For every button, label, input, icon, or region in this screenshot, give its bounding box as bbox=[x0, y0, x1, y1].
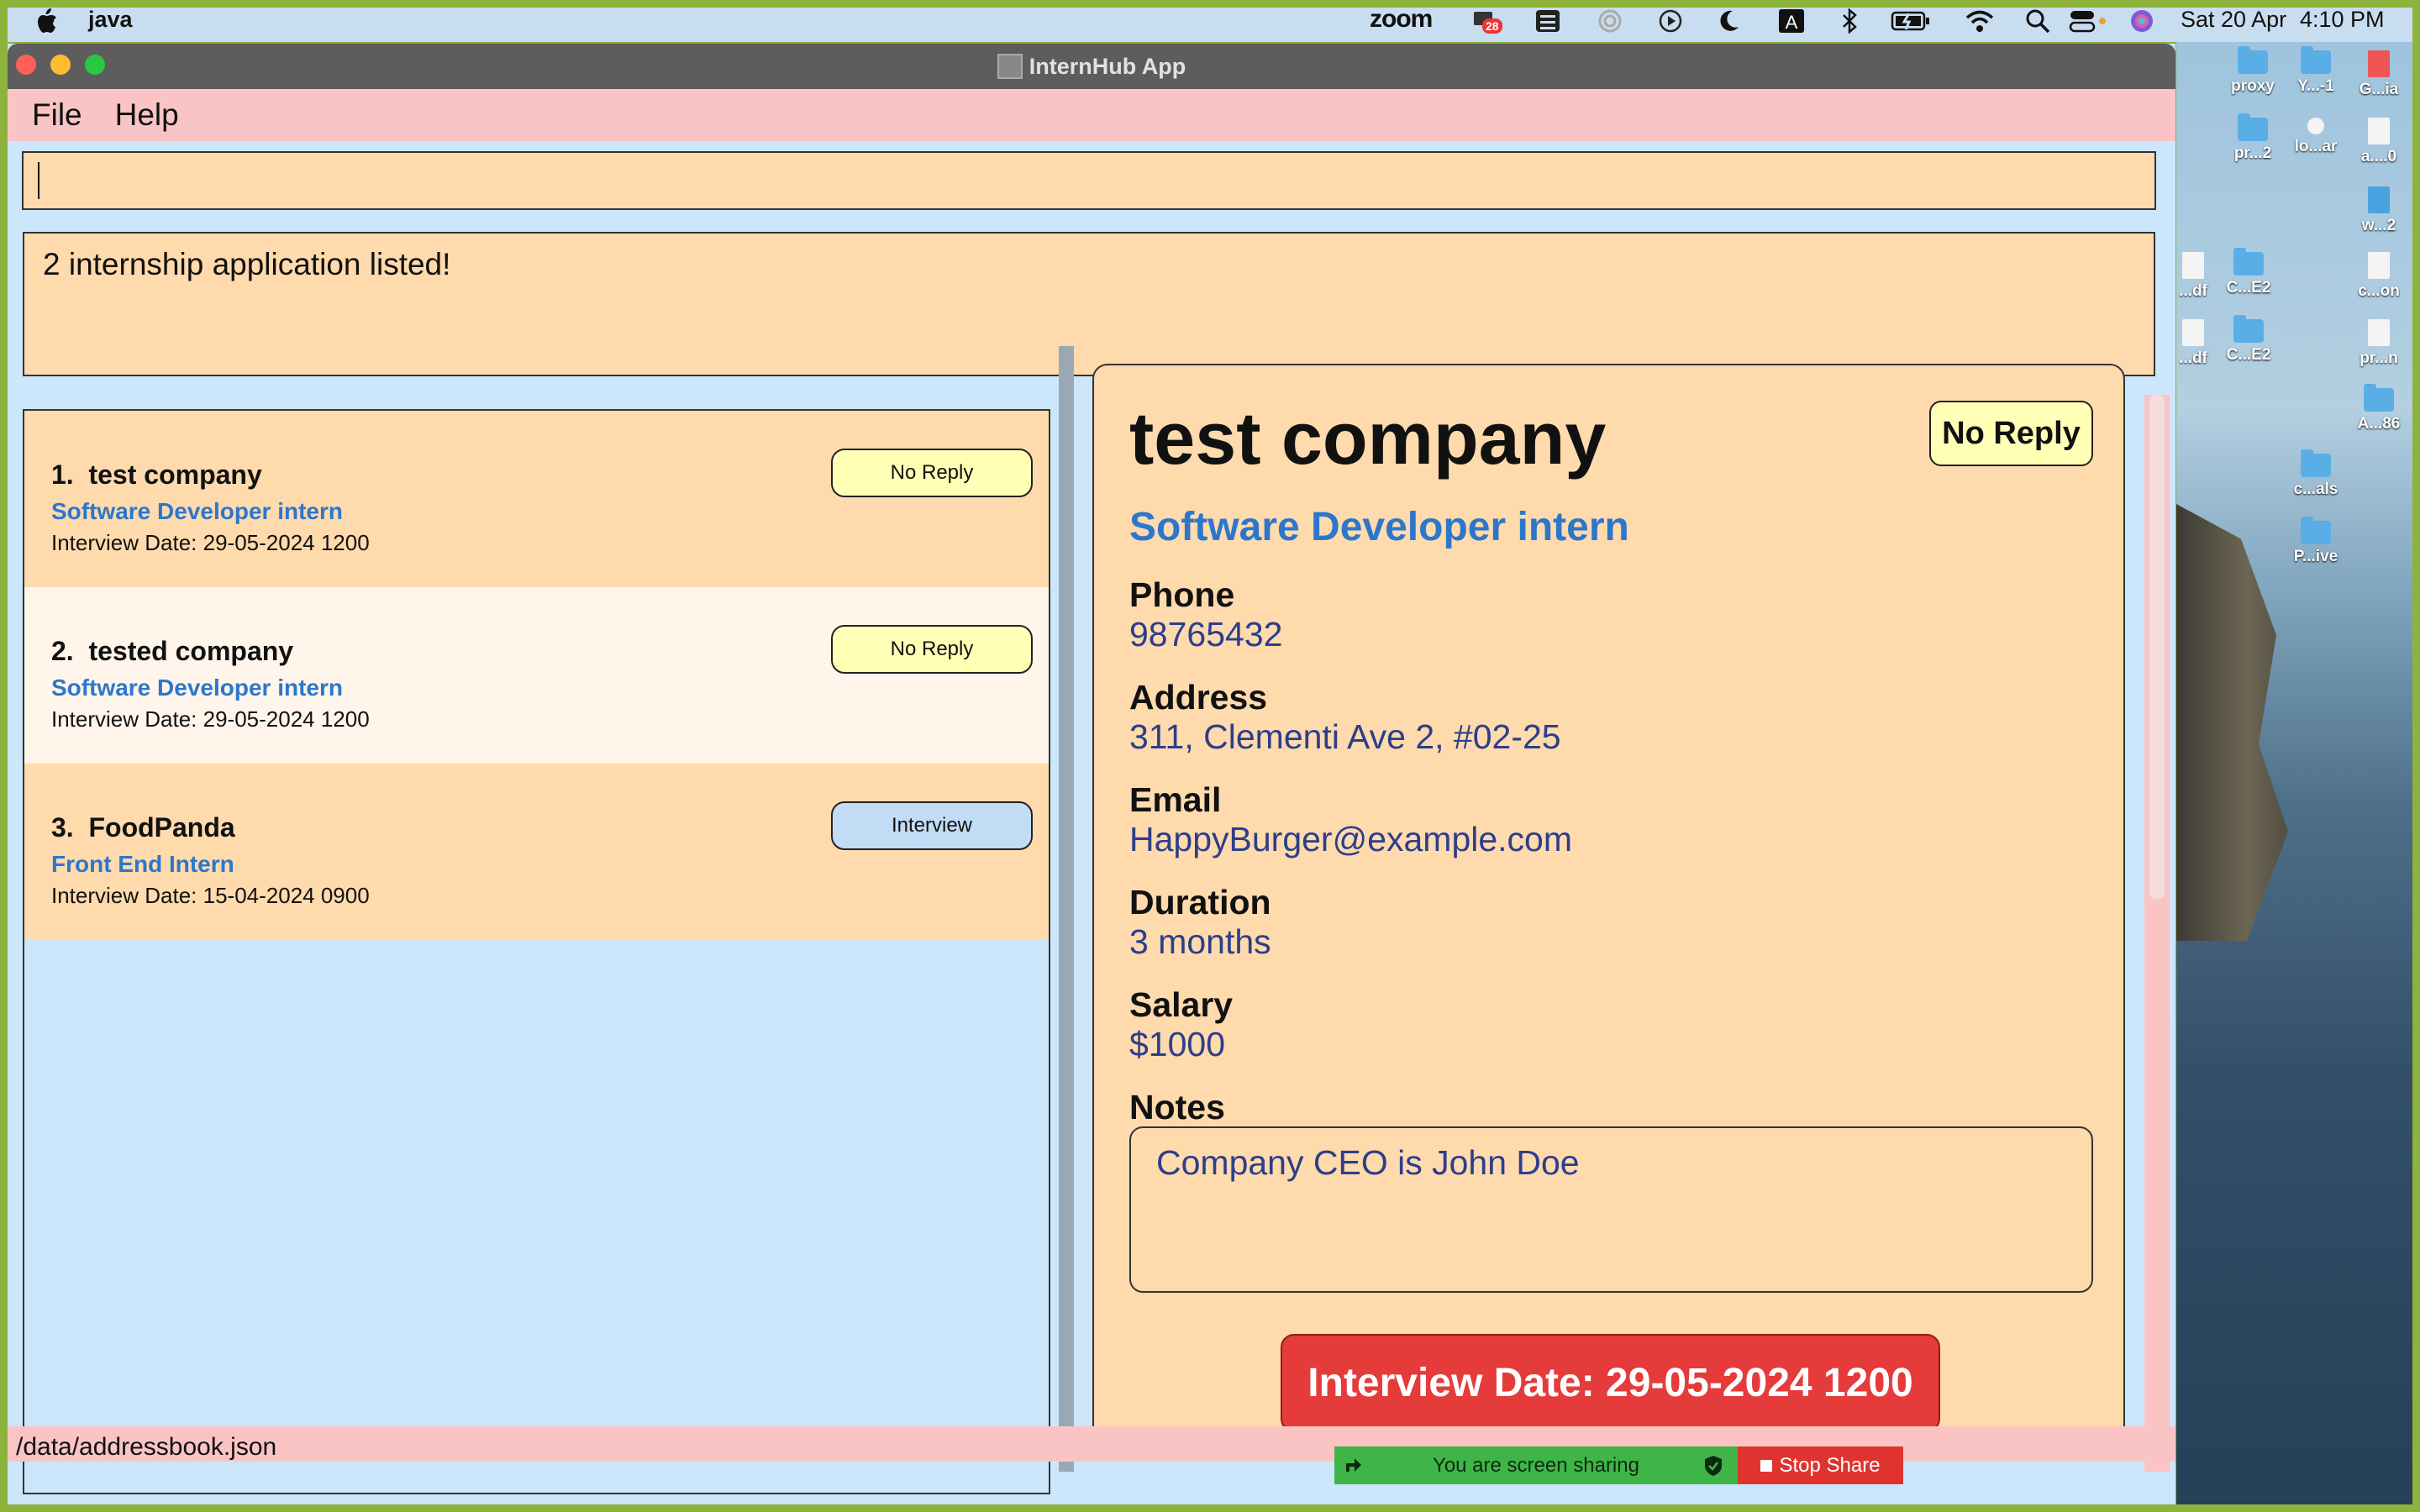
window-titlebar[interactable]: InternHub App bbox=[8, 44, 2175, 89]
notes-value: Company CEO is John Doe bbox=[1156, 1143, 1580, 1182]
siri-icon[interactable] bbox=[2129, 8, 2154, 34]
duration-value: 3 months bbox=[1129, 922, 1271, 961]
control-center-icon[interactable] bbox=[2069, 8, 2107, 34]
zoom-menu[interactable]: zoom bbox=[1370, 5, 1433, 33]
stop-share-label: Stop Share bbox=[1779, 1453, 1881, 1477]
apple-icon[interactable] bbox=[34, 8, 59, 34]
zoom-badge-count: 28 bbox=[1486, 19, 1499, 33]
zoom-window-button[interactable] bbox=[85, 55, 105, 75]
application-list[interactable]: 1. test company Software Developer inter… bbox=[23, 409, 1050, 1494]
phone-label: Phone bbox=[1129, 575, 1235, 614]
menu-file[interactable]: File bbox=[32, 97, 82, 133]
shield-icon bbox=[1705, 1456, 1722, 1476]
status-badge: No Reply bbox=[831, 449, 1033, 497]
zoom-notification-icon[interactable]: 28 bbox=[1470, 7, 1502, 35]
desktop-folder-icon[interactable]: P...ive bbox=[2291, 517, 2341, 566]
list-item-date: Interview Date: 29-05-2024 1200 bbox=[51, 706, 370, 732]
desktop-file-icon[interactable]: a....0 bbox=[2354, 118, 2404, 166]
active-app-name[interactable]: java bbox=[88, 7, 133, 33]
list-item-company: 3. FoodPanda bbox=[51, 812, 235, 843]
menubar-date[interactable]: Sat 20 Apr bbox=[2181, 7, 2286, 32]
split-pane-divider[interactable] bbox=[1059, 346, 1074, 1472]
desktop-folder-icon[interactable]: pr...2 bbox=[2228, 113, 2278, 163]
svg-text:A: A bbox=[1786, 12, 1798, 33]
list-item[interactable]: 2. tested company Software Developer int… bbox=[24, 587, 1049, 764]
list-item[interactable]: 3. FoodPanda Front End Intern Interview … bbox=[24, 764, 1049, 940]
list-item-date: Interview Date: 15-04-2024 0900 bbox=[51, 883, 370, 908]
detail-role: Software Developer intern bbox=[1129, 505, 1629, 549]
phone-value: 98765432 bbox=[1129, 615, 1283, 654]
moon-icon[interactable] bbox=[1716, 8, 1741, 34]
salary-value: $1000 bbox=[1129, 1025, 1226, 1063]
desktop-folder-icon[interactable]: A...86 bbox=[2354, 384, 2404, 433]
close-window-button[interactable] bbox=[16, 55, 36, 75]
desktop-file-icon[interactable]: pr...n bbox=[2354, 319, 2404, 368]
desktop-folder-icon[interactable]: Y...-1 bbox=[2291, 46, 2341, 96]
list-item-role: Software Developer intern bbox=[51, 498, 343, 524]
detail-panel-viewport[interactable]: test company No Reply Software Developer… bbox=[1092, 353, 2140, 1462]
salary-label: Salary bbox=[1129, 985, 1234, 1024]
address-value: 311, Clementi Ave 2, #02-25 bbox=[1129, 717, 1561, 756]
detail-status-badge: No Reply bbox=[1929, 401, 2093, 466]
share-arrow-icon bbox=[1346, 1458, 1361, 1472]
interview-date-button[interactable]: Interview Date: 29-05-2024 1200 bbox=[1281, 1334, 1940, 1432]
desktop-file-icon[interactable]: w...2 bbox=[2354, 186, 2404, 235]
desktop-folder-icon[interactable]: C...E2 bbox=[2223, 315, 2274, 365]
stop-share-button[interactable]: Stop Share bbox=[1738, 1446, 1903, 1484]
desktop-folder-icon[interactable]: c...als bbox=[2291, 449, 2341, 499]
list-item-company: 1. test company bbox=[51, 459, 262, 490]
desktop-folder-icon[interactable]: C...E2 bbox=[2223, 248, 2274, 297]
app-icon bbox=[997, 54, 1023, 79]
scrollbar-thumb[interactable] bbox=[2149, 395, 2165, 899]
screen-sharing-text: You are screen sharing bbox=[1433, 1453, 1639, 1477]
list-item-role: Front End Intern bbox=[51, 851, 234, 877]
app-menu-bar: File Help bbox=[8, 89, 2175, 141]
command-input[interactable] bbox=[22, 151, 2156, 210]
window-title-text: InternHub App bbox=[1028, 53, 1186, 79]
status-badge: Interview bbox=[831, 801, 1033, 850]
stop-icon bbox=[1760, 1459, 1773, 1472]
detail-company: test company bbox=[1129, 396, 1607, 480]
email-label: Email bbox=[1129, 780, 1222, 819]
minimize-window-button[interactable] bbox=[50, 55, 71, 75]
battery-icon[interactable] bbox=[1891, 8, 1931, 34]
status-bar-path: /data/addressbook.json bbox=[16, 1433, 277, 1461]
screen-sharing-indicator[interactable]: You are screen sharing bbox=[1334, 1446, 1738, 1484]
desktop-folder-icon[interactable]: proxy bbox=[2228, 46, 2278, 96]
calendar-grid-icon[interactable] bbox=[1534, 8, 1561, 34]
desktop-file-icon[interactable]: G...ia bbox=[2354, 50, 2404, 99]
menu-help[interactable]: Help bbox=[115, 97, 179, 133]
notes-label: Notes bbox=[1129, 1088, 1225, 1126]
notes-box: Company CEO is John Doe bbox=[1129, 1126, 2093, 1293]
wifi-icon[interactable] bbox=[1965, 8, 1995, 34]
spinner-icon[interactable] bbox=[1597, 8, 1623, 34]
search-icon[interactable] bbox=[2025, 8, 2050, 34]
detail-scrollbar[interactable] bbox=[2144, 395, 2170, 1472]
input-source-icon[interactable]: A bbox=[1778, 8, 1805, 34]
list-item[interactable]: 1. test company Software Developer inter… bbox=[24, 411, 1049, 587]
screen-share-banner: You are screen sharing Stop Share bbox=[1334, 1446, 1903, 1484]
desktop-file-icon[interactable]: ...df bbox=[2168, 319, 2218, 368]
address-label: Address bbox=[1129, 678, 1268, 717]
list-item-company: 2. tested company bbox=[51, 636, 294, 666]
detail-card: test company No Reply Software Developer… bbox=[1092, 364, 2125, 1462]
email-value: HappyBurger@example.com bbox=[1129, 820, 1573, 858]
play-icon[interactable] bbox=[1657, 8, 1684, 34]
list-item-role: Software Developer intern bbox=[51, 675, 343, 701]
bluetooth-icon[interactable] bbox=[1840, 8, 1859, 34]
window-title: InternHub App bbox=[997, 54, 1186, 80]
system-menubar: java zoom 28 A Sat 20 Apr 4:10 PM bbox=[0, 0, 2420, 42]
list-item-date: Interview Date: 29-05-2024 1200 bbox=[51, 530, 370, 555]
duration-label: Duration bbox=[1129, 883, 1271, 921]
menubar-time[interactable]: 4:10 PM bbox=[2300, 7, 2385, 32]
desktop-file-icon[interactable]: ...df bbox=[2168, 252, 2218, 301]
text-caret bbox=[38, 162, 39, 199]
result-message: 2 internship application listed! bbox=[43, 247, 451, 281]
desktop-file-icon[interactable]: lo...ar bbox=[2291, 118, 2341, 156]
status-badge: No Reply bbox=[831, 625, 1033, 674]
desktop-file-icon[interactable]: c...on bbox=[2354, 252, 2404, 301]
